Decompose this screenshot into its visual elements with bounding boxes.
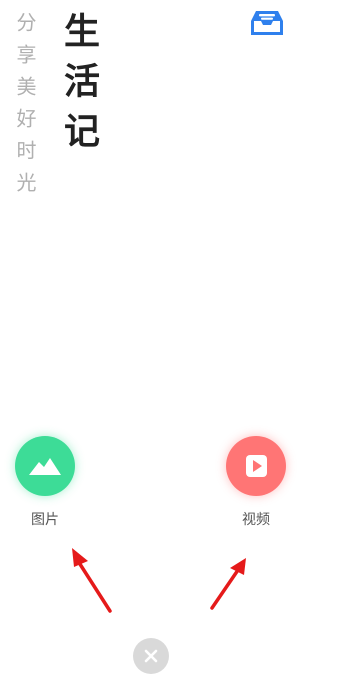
annotation-arrow-photo (72, 548, 112, 613)
inbox-tray-icon (251, 11, 283, 35)
annotation-arrow-video (210, 558, 246, 610)
photo-label: 图片 (31, 512, 59, 528)
inbox-button[interactable] (249, 8, 285, 38)
video-label: 视频 (242, 512, 270, 528)
play-icon (246, 455, 267, 477)
photo-button[interactable] (15, 436, 75, 496)
close-icon (144, 649, 158, 663)
app-subtitle: 分享美好时光 (13, 12, 37, 204)
close-button[interactable] (133, 638, 169, 674)
video-button[interactable] (226, 436, 286, 496)
mountain-image-icon (29, 458, 61, 475)
app-title: 生活记 (58, 12, 100, 162)
